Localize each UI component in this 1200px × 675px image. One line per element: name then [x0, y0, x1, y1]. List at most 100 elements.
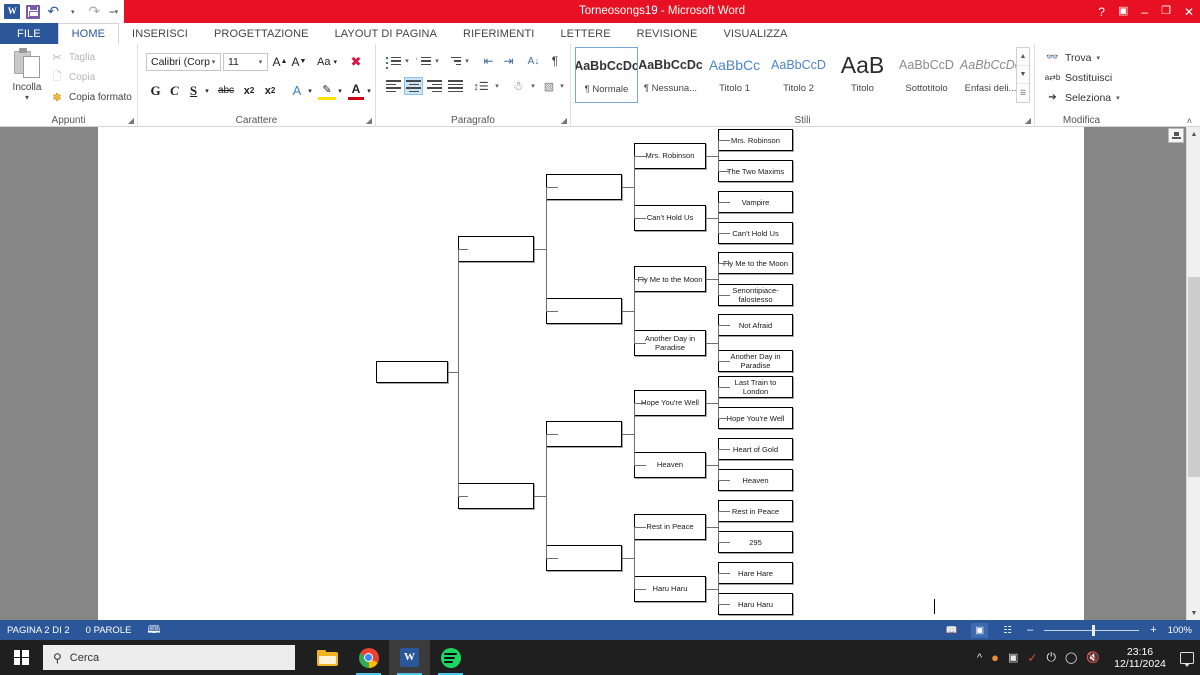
bracket-box-final-1[interactable]	[458, 482, 534, 509]
subscript-icon[interactable]: x2	[239, 81, 259, 100]
italic-button[interactable]: C	[166, 81, 183, 100]
clipboard-dialog-launcher[interactable]: ◢	[128, 116, 134, 125]
tab-progettazione[interactable]: PROGETTAZIONE	[201, 23, 322, 44]
read-mode-icon[interactable]: 📖	[943, 623, 960, 638]
underline-button[interactable]: S	[185, 81, 202, 100]
chevron-down-icon[interactable]: ▾	[254, 54, 267, 70]
align-left-icon[interactable]	[384, 77, 403, 95]
font-dialog-launcher[interactable]: ◢	[366, 116, 372, 125]
show-hidden-icons-chevron[interactable]: ^	[977, 652, 982, 664]
minimize-button[interactable]: –	[1141, 6, 1148, 18]
text-effects-icon[interactable]: A	[288, 81, 306, 100]
print-layout-icon[interactable]: ▣	[971, 622, 989, 638]
style-titolo-2[interactable]: AaBbCcD Titolo 2	[767, 47, 830, 103]
find-dropdown-icon[interactable]: ▾	[1096, 54, 1100, 62]
tab-lettere[interactable]: LETTERE	[547, 23, 623, 44]
select-button[interactable]: ➔ Seleziona ▾	[1045, 91, 1119, 104]
clear-formatting-icon[interactable]: ✖	[346, 52, 366, 71]
tab-home[interactable]: HOME	[57, 23, 120, 44]
zoom-in-button[interactable]: +	[1150, 624, 1156, 636]
shrink-font-icon[interactable]: A ▼	[290, 52, 308, 71]
font-color-icon[interactable]: A	[348, 81, 364, 100]
windows-start-icon[interactable]	[0, 640, 42, 675]
grow-font-icon[interactable]: A ▲	[271, 52, 289, 71]
c-app-icon[interactable]: ✓	[1027, 651, 1037, 665]
tab-layout-di-pagina[interactable]: LAYOUT DI PAGINA	[322, 23, 450, 44]
multilevel-list-icon[interactable]	[444, 52, 462, 70]
web-layout-icon[interactable]: ☷	[999, 623, 1016, 638]
sort-icon[interactable]: A↓	[524, 52, 543, 70]
show-marks-icon[interactable]: ¶	[546, 52, 564, 70]
notification-center-icon[interactable]	[1180, 651, 1194, 667]
style-titolo[interactable]: AaB Titolo	[831, 47, 894, 103]
cut-button[interactable]: ✂ Taglia	[50, 51, 95, 64]
taskbar-spotify[interactable]	[430, 640, 471, 675]
scroll-down-icon[interactable]: ▼	[1187, 606, 1200, 620]
scrollbar-thumb[interactable]	[1188, 277, 1200, 477]
style-nessuna-spaziatura[interactable]: AaBbCcDc ¶ Nessuna...	[639, 47, 702, 103]
volume-muted-icon[interactable]: 🔇	[1086, 651, 1100, 664]
search-input[interactable]: ⚲ Cerca	[43, 645, 295, 670]
zoom-level[interactable]: 100%	[1168, 625, 1192, 636]
highlight-icon[interactable]: ✎	[318, 81, 336, 100]
superscript-icon[interactable]: x2	[260, 81, 280, 100]
chevron-down-icon[interactable]: ▾	[207, 54, 220, 70]
strikethrough-button[interactable]: abc	[214, 81, 238, 100]
close-button[interactable]: ✕	[1184, 6, 1194, 18]
underline-dropdown-icon[interactable]: ▾	[202, 81, 212, 100]
undo-icon[interactable]: ↶	[44, 2, 63, 22]
bracket-box-champion[interactable]	[376, 361, 448, 384]
numbering-dropdown-icon[interactable]: ▾	[432, 52, 442, 70]
orange-app-icon[interactable]: ●	[991, 650, 999, 665]
proofing-errors-icon[interactable]: 🕮	[147, 621, 160, 640]
wifi-icon[interactable]: ◯	[1065, 651, 1077, 664]
justify-icon[interactable]	[446, 77, 465, 95]
line-spacing-dropdown-icon[interactable]: ▾	[492, 77, 502, 95]
clock[interactable]: 23:16 12/11/2024	[1109, 646, 1171, 670]
shading-icon[interactable]: ☃	[509, 77, 527, 95]
zoom-out-button[interactable]: –	[1027, 624, 1033, 636]
paragraph-dialog-launcher[interactable]: ◢	[561, 116, 567, 125]
undo-dropdown-icon[interactable]: ▾	[65, 2, 84, 22]
decrease-indent-icon[interactable]: ⇤	[479, 52, 498, 70]
highlight-dropdown-icon[interactable]: ▾	[335, 81, 345, 100]
tab-file[interactable]: FILE	[0, 23, 58, 44]
ribbon-display-options-button[interactable]: ▣	[1118, 6, 1128, 17]
borders-icon[interactable]: ▧	[540, 77, 558, 95]
vertical-scrollbar[interactable]: ▲ ▼	[1186, 127, 1200, 620]
taskbar-file-explorer[interactable]	[307, 640, 348, 675]
text-effects-dropdown-icon[interactable]: ▾	[305, 81, 315, 100]
zoom-slider-thumb[interactable]	[1091, 624, 1095, 636]
format-painter-button[interactable]: ✽ Copia formato	[50, 91, 131, 104]
line-spacing-icon[interactable]: ↕☰	[472, 77, 490, 95]
font-name-input[interactable]: Calibri (Corp ▾	[146, 53, 221, 71]
collapse-ribbon-icon[interactable]: ˄	[1187, 116, 1192, 126]
tab-visualizza[interactable]: VISUALIZZA	[710, 23, 800, 44]
styles-scroll-down-icon[interactable]: ▼	[1017, 66, 1029, 84]
bullets-dropdown-icon[interactable]: ▾	[402, 52, 412, 70]
styles-scrollbar[interactable]: ▲ ▼ ☰	[1016, 47, 1030, 103]
copy-button[interactable]: 🗋 Copia	[50, 71, 96, 84]
scroll-up-icon[interactable]: ▲	[1187, 127, 1200, 141]
change-case-icon[interactable]: Aa ▾	[314, 52, 340, 71]
align-right-icon[interactable]	[425, 77, 444, 95]
style-enfasi-delicata[interactable]: AaBbCcDc Enfasi deli...	[959, 47, 1022, 103]
multilevel-dropdown-icon[interactable]: ▾	[462, 52, 472, 70]
font-size-input[interactable]: 11 ▾	[223, 53, 268, 71]
style-normale[interactable]: AaBbCcDc ¶ Normale	[575, 47, 638, 103]
styles-scroll-up-icon[interactable]: ▲	[1017, 48, 1029, 66]
replace-button[interactable]: a⇄b Sostituisci	[1045, 71, 1113, 84]
style-titolo-1[interactable]: AaBbCc Titolo 1	[703, 47, 766, 103]
paste-dropdown-icon[interactable]: ▾	[6, 93, 48, 102]
borders-dropdown-icon[interactable]: ▾	[557, 77, 567, 95]
bracket-box-final-0[interactable]	[458, 235, 534, 262]
taskbar-word[interactable]	[389, 640, 430, 675]
ruler-toggle-button[interactable]	[1168, 128, 1184, 143]
style-sottotitolo[interactable]: AaBbCcD Sottotitolo	[895, 47, 958, 103]
align-center-icon[interactable]	[404, 77, 423, 95]
paste-button[interactable]: Incolla ▾	[6, 47, 48, 102]
battery-icon[interactable]: ⏻	[1046, 650, 1056, 665]
help-button[interactable]: ?	[1098, 6, 1105, 18]
redo-icon[interactable]: ↷	[85, 2, 104, 22]
restore-button[interactable]: ❐	[1161, 6, 1171, 17]
